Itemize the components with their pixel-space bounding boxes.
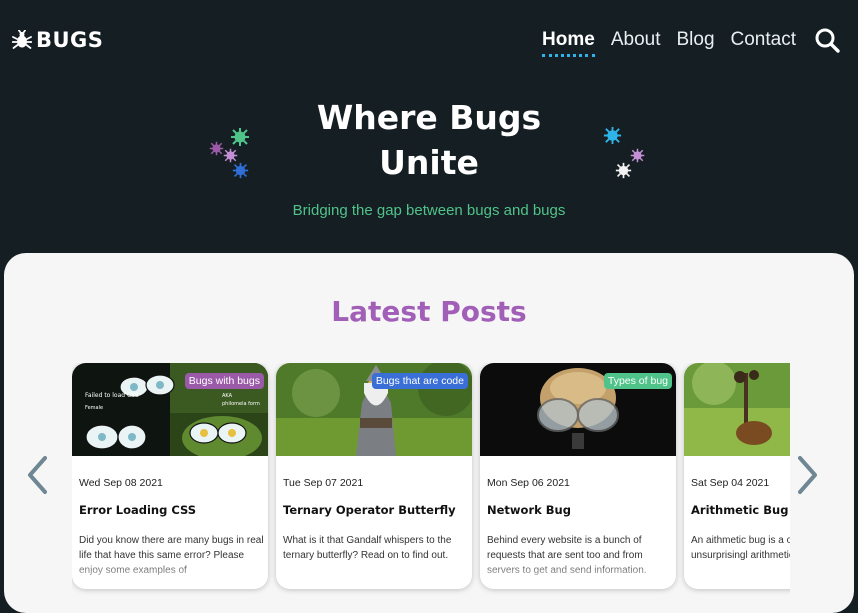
post-title[interactable]: Error Loading CSS <box>79 503 196 517</box>
bug-splat-icon <box>603 126 622 145</box>
hero-title: Where Bugs Unite <box>0 95 858 185</box>
post-date: Tue Sep 07 2021 <box>283 477 364 489</box>
bug-splat-icon <box>209 141 224 156</box>
post-card[interactable]: Bugs that are code Tue Sep 07 2021 Terna… <box>276 363 472 589</box>
hero-title-line-2: Unite <box>379 143 479 182</box>
nav-about-link[interactable]: About <box>611 29 661 51</box>
bug-splat-icon <box>615 162 632 179</box>
site-header: BUGS Home About Blog Contact <box>0 0 858 80</box>
bug-icon <box>12 30 32 49</box>
bug-splat-icon <box>630 148 645 163</box>
nav-contact-link[interactable]: Contact <box>731 29 796 51</box>
image-caption-2: Female <box>85 405 103 411</box>
bug-splat-icon <box>231 128 249 146</box>
chevron-left-icon[interactable] <box>25 455 51 495</box>
image-caption-3: AKA <box>222 393 233 399</box>
post-date: Wed Sep 08 2021 <box>79 477 163 489</box>
hero-title-line-1: Where Bugs <box>316 98 542 137</box>
chevron-right-icon[interactable] <box>794 455 820 495</box>
hero-subtitle: Bridging the gap between bugs and bugs <box>292 202 566 219</box>
logo-text: BUGS <box>36 28 104 52</box>
post-card[interactable]: Failed to load CSS Female AKA philomela … <box>72 363 268 589</box>
post-image-treehopper <box>684 363 790 456</box>
excerpt-fade <box>684 559 790 589</box>
post-card[interactable]: Sat Sep 04 2021 Arithmetic Bug An aithme… <box>684 363 790 589</box>
post-tag[interactable]: Types of bug <box>603 373 672 389</box>
posts-carousel: Failed to load CSS Female AKA philomela … <box>72 363 790 600</box>
site-logo[interactable]: BUGS <box>12 28 103 52</box>
nav-blog-link[interactable]: Blog <box>676 29 714 51</box>
excerpt-fade <box>276 559 472 589</box>
post-date: Sat Sep 04 2021 <box>691 477 770 489</box>
main-nav: Home About Blog Contact <box>526 27 840 57</box>
bug-splat-icon <box>232 162 249 179</box>
post-date: Mon Sep 06 2021 <box>487 477 570 489</box>
post-tag[interactable]: Bugs that are code <box>371 373 468 389</box>
post-card[interactable]: Types of bug Mon Sep 06 2021 Network Bug… <box>480 363 676 589</box>
bug-splat-icon <box>223 148 238 163</box>
image-caption-4: philomela form <box>222 401 260 407</box>
post-title[interactable]: Arithmetic Bug <box>691 503 788 517</box>
post-title[interactable]: Ternary Operator Butterfly <box>283 503 456 517</box>
section-title: Latest Posts <box>331 295 527 328</box>
excerpt-fade <box>72 559 268 589</box>
excerpt-fade <box>480 559 676 589</box>
image-caption-1: Failed to load CSS <box>85 392 139 399</box>
post-tag[interactable]: Bugs with bugs <box>184 373 264 389</box>
search-icon[interactable] <box>814 27 840 53</box>
post-title[interactable]: Network Bug <box>487 503 571 517</box>
nav-home-link[interactable]: Home <box>542 29 595 57</box>
